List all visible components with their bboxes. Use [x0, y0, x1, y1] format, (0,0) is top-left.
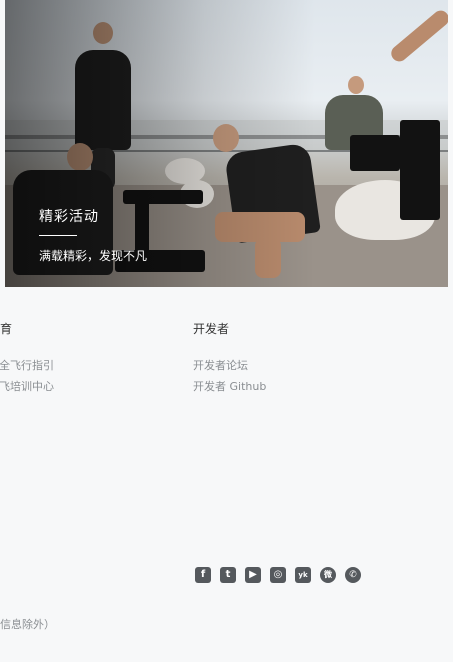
footer-column-education-heading: 教育 [0, 322, 13, 336]
twitter-icon[interactable]: t [220, 567, 236, 583]
banner-title: 精彩活动 [39, 209, 99, 225]
wechat-icon[interactable]: ✆ [345, 567, 361, 583]
banner-subtitle: 满载精彩，发现不凡 [39, 249, 148, 263]
events-banner[interactable]: 精彩活动 满载精彩，发现不凡 [5, 0, 448, 287]
weibo-icon[interactable]: 微 [320, 567, 336, 583]
footer-link-training-center[interactable]: 慧飞培训中心 [0, 378, 54, 394]
instagram-icon[interactable]: ◎ [270, 567, 286, 583]
banner-overlay [5, 0, 448, 287]
youku-icon[interactable]: yk [295, 567, 311, 583]
banner-divider [39, 235, 77, 236]
footer-link-developer-github[interactable]: 开发者 Github [193, 378, 266, 394]
facebook-icon[interactable]: f [195, 567, 211, 583]
footer-legal-note: 信息除外） [0, 618, 55, 631]
footer-link-flight-safety[interactable]: 安全飞行指引 [0, 357, 54, 373]
footer-column-developer-heading: 开发者 [193, 322, 230, 336]
footer-link-developer-forum[interactable]: 开发者论坛 [193, 357, 248, 373]
social-links: f t ▶ ◎ yk 微 ✆ [195, 567, 361, 583]
youtube-icon[interactable]: ▶ [245, 567, 261, 583]
